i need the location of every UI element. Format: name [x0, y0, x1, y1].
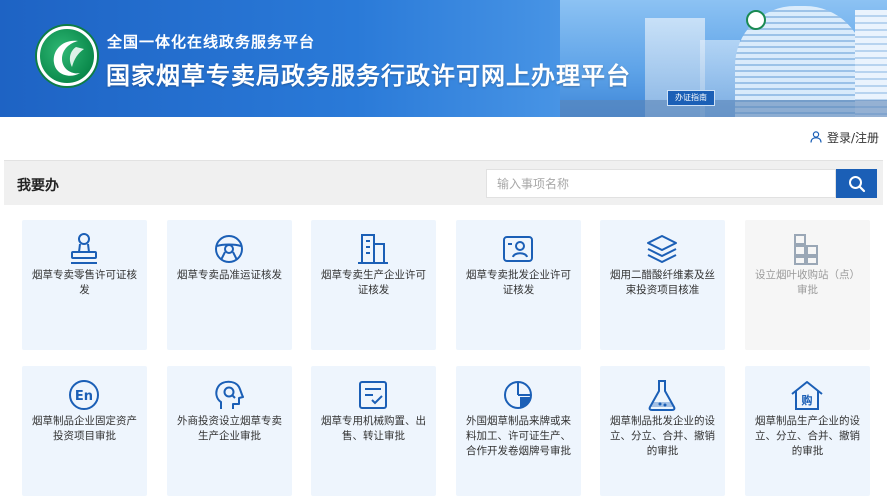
house-buy-icon: 购 — [791, 381, 823, 410]
banner-subtitle: 全国一体化在线政务服务平台 — [107, 33, 316, 51]
login-link[interactable]: 登录/注册 — [810, 125, 879, 149]
service-card[interactable]: 烟草专用机械购置、出售、转让审批 — [311, 366, 436, 496]
logo-icon[interactable] — [37, 26, 97, 86]
service-label: 烟草专卖品准运证核发 — [177, 269, 282, 281]
service-label: 烟草专卖生产企业许可证核发 — [321, 269, 426, 296]
steering-wheel-icon — [215, 235, 243, 263]
service-card[interactable]: 购 烟草制品生产企业的设立、分立、合并、撤销的审批 — [745, 366, 870, 496]
svg-text:购: 购 — [802, 393, 813, 407]
banner-ground — [560, 100, 887, 117]
id-card-icon — [503, 236, 533, 262]
service-card[interactable]: 烟草专卖生产企业许可证核发 — [311, 220, 436, 350]
service-card[interactable]: 烟草制品批发企业的设立、分立、合并、撤销的审批 — [600, 366, 725, 496]
service-label: 烟草专卖批发企业许可证核发 — [466, 269, 571, 296]
guide-button[interactable]: 办证指南 — [667, 90, 715, 106]
service-card[interactable]: 烟用二醋酸纤维素及丝束投资项目核准 — [600, 220, 725, 350]
search-input[interactable] — [486, 169, 836, 198]
pie-chart-icon — [504, 381, 532, 409]
service-label: 外国烟草制品来牌或来料加工、许可证生产、合作开发卷烟牌号审批 — [466, 415, 571, 457]
service-label: 烟草专卖零售许可证核发 — [32, 269, 137, 296]
service-card[interactable]: 烟草专卖批发企业许可证核发 — [456, 220, 581, 350]
service-label: 外商投资设立烟草专卖生产企业审批 — [177, 415, 282, 442]
service-label: 烟用二醋酸纤维素及丝束投资项目核准 — [610, 269, 715, 296]
service-card[interactable]: 烟草专卖品准运证核发 — [167, 220, 292, 350]
service-card[interactable]: En 烟草制品企业固定资产投资项目审批 — [22, 366, 147, 496]
page-title: 国家烟草专卖局政务服务行政许可网上办理平台 — [106, 62, 631, 90]
layers-icon — [647, 235, 677, 263]
head-search-icon — [215, 380, 244, 409]
section-header: 我要办 — [4, 160, 883, 205]
section-title: 我要办 — [17, 178, 59, 194]
service-card[interactable]: 烟草专卖零售许可证核发 — [22, 220, 147, 350]
svg-text:En: En — [75, 389, 93, 404]
stamp-icon — [71, 233, 97, 264]
service-card[interactable]: 外国烟草制品来牌或来料加工、许可证生产、合作开发卷烟牌号审批 — [456, 366, 581, 496]
login-label: 登录/注册 — [827, 130, 880, 145]
service-label: 烟草制品生产企业的设立、分立、合并、撤销的审批 — [755, 415, 860, 457]
service-card[interactable]: 设立烟叶收购站（点）审批 — [745, 220, 870, 350]
en-icon: En — [69, 380, 99, 410]
search-button[interactable] — [836, 169, 877, 198]
service-label: 烟草制品批发企业的设立、分立、合并、撤销的审批 — [610, 415, 715, 457]
service-card[interactable]: 外商投资设立烟草专卖生产企业审批 — [167, 366, 292, 496]
service-label: 烟草制品企业固定资产投资项目审批 — [32, 415, 137, 442]
search-icon — [848, 175, 865, 192]
banner: 全国一体化在线政务服务平台 国家烟草专卖局政务服务行政许可网上办理平台 办证指南 — [0, 0, 887, 117]
user-icon — [810, 131, 822, 143]
grid-blocks-icon — [794, 234, 818, 265]
service-label: 烟草专用机械购置、出售、转让审批 — [321, 415, 426, 442]
service-label: 设立烟叶收购站（点）审批 — [755, 269, 860, 296]
checklist-icon — [359, 381, 387, 409]
buildings-icon — [358, 234, 388, 264]
building-emblem-icon — [746, 10, 766, 30]
flask-icon — [648, 380, 676, 411]
